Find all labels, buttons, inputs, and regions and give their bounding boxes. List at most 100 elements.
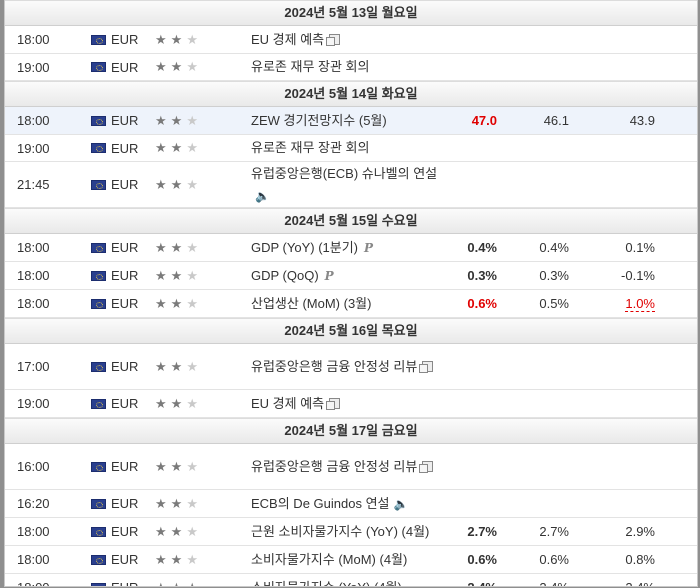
flag-cell (89, 290, 107, 317)
forecast-value (515, 390, 569, 417)
event-row[interactable]: 16:00 EUR ★ ★ ★ 유럽중앙은행 금융 안정성 리뷰 (5, 444, 697, 490)
event-row[interactable]: 19:00 EUR ★ ★ ★ 유로존 재무 장관 회의 (5, 54, 697, 81)
event-time: 18:00 (17, 296, 50, 311)
flag-cell (89, 54, 107, 80)
previous-value (585, 26, 655, 53)
star-icon: ★ (155, 523, 167, 539)
importance-stars: ★ ★ ★ (155, 162, 225, 207)
event-currency: EUR (111, 459, 139, 474)
event-currency: EUR (111, 32, 139, 47)
document-icon[interactable] (419, 360, 434, 373)
star-icon: ★ (170, 358, 183, 374)
event-row[interactable]: 17:00 EUR ★ ★ ★ 유럽중앙은행 금융 안정성 리뷰 (5, 344, 697, 390)
speaker-icon[interactable]: 🔈 (393, 493, 408, 515)
event-time: 21:45 (17, 177, 50, 192)
importance-stars: ★ ★ ★ (155, 574, 225, 587)
event-name[interactable]: 소비자물가지수 (MoM) (4월) (251, 552, 407, 567)
event-name-cell[interactable]: EU 경제 예측 (251, 390, 451, 417)
event-name-cell[interactable]: 산업생산 (MoM) (3월) (251, 290, 451, 317)
event-row[interactable]: 18:00EUR★★★소비자물가지수 (YoY) (4월)2.4%2.4%2.4… (5, 574, 697, 587)
flag-cell (89, 490, 107, 517)
event-name[interactable]: 유럽중앙은행 금융 안정성 리뷰 (251, 459, 417, 474)
event-name[interactable]: ZEW 경기전망지수 (5월) (251, 113, 387, 128)
star-icon: ★ (170, 295, 183, 311)
event-time: 18:00 (17, 552, 50, 567)
previous-value-text[interactable]: 1.0% (625, 296, 655, 312)
previous-value-text: 0.1% (625, 240, 655, 255)
event-row[interactable]: 18:00 EUR ★ ★ ★ GDP (YoY) (1분기) P 0.4% 0.4% 0.1% (5, 234, 697, 262)
preliminary-icon: P (364, 240, 374, 255)
event-name-cell[interactable]: 유로존 재무 장관 회의 (251, 135, 451, 161)
event-row[interactable]: 18:00 EUR ★ ★ ★ 근원 소비자물가지수 (YoY) (4월) 2.7% 2.7%… (5, 518, 697, 546)
event-row[interactable]: 19:00 EUR ★ ★ ★ 유로존 재무 장관 회의 (5, 135, 697, 162)
event-name[interactable]: 유럽중앙은행 금융 안정성 리뷰 (251, 359, 417, 374)
importance-stars: ★ ★ ★ (155, 444, 225, 489)
event-row[interactable]: 18:00 EUR ★ ★ ★ EU 경제 예측 (5, 26, 697, 54)
previous-value (585, 444, 655, 489)
event-name[interactable]: 유로존 재무 장관 회의 (251, 59, 369, 74)
event-name[interactable]: 근원 소비자물가지수 (YoY) (4월) (251, 524, 429, 539)
event-row[interactable]: 18:00 EUR ★ ★ ★ GDP (QoQ) P 0.3% 0.3% -0.1% (5, 262, 697, 290)
star-icon: ★ (186, 523, 198, 539)
day-header: 2024년 5월 16일 목요일 (5, 318, 697, 344)
document-icon[interactable] (326, 33, 341, 46)
day-header: 2024년 5월 13일 월요일 (5, 0, 697, 26)
importance-stars: ★ ★ ★ (155, 344, 225, 389)
star-icon: ★ (170, 395, 183, 411)
event-name-cell[interactable]: 유럽중앙은행 금융 안정성 리뷰 (251, 444, 451, 489)
event-name-cell[interactable]: 근원 소비자물가지수 (YoY) (4월) (251, 518, 451, 545)
event-name-cell[interactable]: GDP (YoY) (1분기) P (251, 234, 451, 261)
event-name[interactable]: EU 경제 예측 (251, 396, 324, 411)
event-row[interactable]: 18:00 EUR ★ ★ ★ 소비자물가지수 (MoM) (4월) 0.6% 0.6% 0.8… (5, 546, 697, 574)
event-name[interactable]: 소비자물가지수 (YoY) (4월) (251, 580, 402, 587)
event-row[interactable]: 16:20 EUR ★ ★ ★ ECB의 De Guindos 연설 🔈 (5, 490, 697, 518)
event-name-cell[interactable]: 유럽중앙은행(ECB) 슈나벨의 연설 🔈 (251, 162, 451, 207)
event-row[interactable]: 18:00 EUR ★ ★ ★ 산업생산 (MoM) (3월) 0.6% 0.5% 1.0% (5, 290, 697, 318)
event-currency: EUR (111, 524, 139, 539)
document-icon[interactable] (419, 460, 434, 473)
previous-value-text: 2.4% (625, 580, 655, 586)
event-name[interactable]: GDP (QoQ) (251, 268, 319, 283)
eu-flag-icon (90, 179, 106, 190)
event-name-cell[interactable]: 소비자물가지수 (YoY) (4월) (251, 574, 451, 587)
speaker-icon[interactable]: 🔈 (255, 185, 270, 207)
star-icon: ★ (170, 239, 183, 255)
event-row[interactable]: 21:45 EUR ★ ★ ★ 유럽중앙은행(ECB) 슈나벨의 연설🔈 (5, 162, 697, 208)
event-time: 19:00 (17, 140, 50, 156)
event-name[interactable]: 유로존 재무 장관 회의 (251, 140, 369, 155)
star-icon: ★ (186, 267, 198, 283)
event-name-cell[interactable]: ZEW 경기전망지수 (5월) (251, 107, 451, 134)
eu-flag-icon (90, 34, 106, 45)
importance-stars: ★ ★ ★ (155, 490, 225, 517)
event-name[interactable]: 유럽중앙은행(ECB) 슈나벨의 연설 (251, 166, 437, 181)
eu-flag-icon (90, 115, 106, 126)
event-name-cell[interactable]: 유럽중앙은행 금융 안정성 리뷰 (251, 344, 451, 389)
forecast-value (515, 444, 569, 489)
event-time: 19:00 (17, 59, 50, 75)
event-name[interactable]: ECB의 De Guindos 연설 (251, 496, 389, 511)
event-name-cell[interactable]: 소비자물가지수 (MoM) (4월) (251, 546, 451, 573)
day-header: 2024년 5월 17일 금요일 (5, 418, 697, 444)
star-icon: ★ (155, 495, 167, 511)
event-name-cell[interactable]: 유로존 재무 장관 회의 (251, 54, 451, 80)
previous-value-text: -0.1% (621, 268, 655, 283)
forecast-value (515, 490, 569, 517)
flag-cell (89, 262, 107, 289)
star-icon: ★ (186, 239, 198, 255)
event-name[interactable]: 산업생산 (MoM) (3월) (251, 296, 371, 311)
event-name-cell[interactable]: ECB의 De Guindos 연설 🔈 (251, 490, 451, 517)
eu-flag-icon (90, 554, 106, 565)
previous-value (585, 490, 655, 517)
star-icon: ★ (186, 112, 198, 128)
event-name[interactable]: EU 경제 예측 (251, 32, 324, 47)
document-icon[interactable] (326, 397, 341, 410)
previous-value: -0.1% (585, 262, 655, 289)
event-name[interactable]: GDP (YoY) (1분기) (251, 240, 358, 255)
star-icon: ★ (170, 495, 183, 511)
actual-value (445, 54, 497, 80)
event-row[interactable]: 18:00 EUR ★ ★ ★ ZEW 경기전망지수 (5월) 47.0 46.1 43.9 (5, 107, 697, 135)
event-name-cell[interactable]: EU 경제 예측 (251, 26, 451, 53)
star-icon: ★ (186, 176, 198, 192)
event-row[interactable]: 19:00 EUR ★ ★ ★ EU 경제 예측 (5, 390, 697, 418)
event-name-cell[interactable]: GDP (QoQ) P (251, 262, 451, 289)
